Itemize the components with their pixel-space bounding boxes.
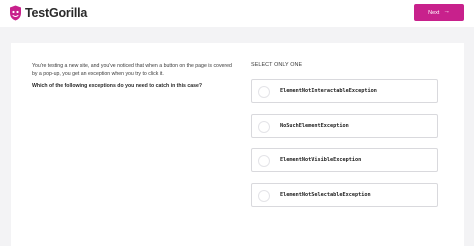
- radio-button[interactable]: [258, 155, 270, 167]
- select-instruction: SELECT ONLY ONE: [251, 62, 303, 68]
- answer-option[interactable]: ElementNotVisibleException: [251, 148, 438, 172]
- top-bar: TestGorilla Next →: [0, 0, 474, 27]
- answer-option[interactable]: ElementNotSelectableException: [251, 183, 438, 207]
- question-text: You're testing a new site, and you've no…: [32, 63, 232, 77]
- answer-option-label: ElementNotSelectableException: [280, 192, 371, 198]
- question-block: You're testing a new site, and you've no…: [32, 63, 238, 90]
- logo[interactable]: TestGorilla: [9, 5, 87, 21]
- answer-option[interactable]: NoSuchElementException: [251, 114, 438, 138]
- answer-option[interactable]: ElementNotInteractableException: [251, 79, 438, 103]
- radio-button[interactable]: [258, 86, 270, 98]
- answer-option-label: ElementNotInteractableException: [280, 88, 377, 94]
- arrow-right-icon: →: [443, 8, 450, 16]
- next-button-label: Next: [428, 9, 440, 16]
- answer-option-label: NoSuchElementException: [280, 123, 349, 129]
- answer-option-label: ElementNotVisibleException: [280, 157, 362, 163]
- next-button[interactable]: Next →: [414, 4, 464, 21]
- gorilla-logo-icon: [10, 5, 21, 21]
- radio-button[interactable]: [258, 121, 270, 133]
- brand-name: TestGorilla: [25, 6, 88, 20]
- radio-button[interactable]: [258, 190, 270, 202]
- question-prompt: Which of the following exceptions do you…: [32, 82, 203, 89]
